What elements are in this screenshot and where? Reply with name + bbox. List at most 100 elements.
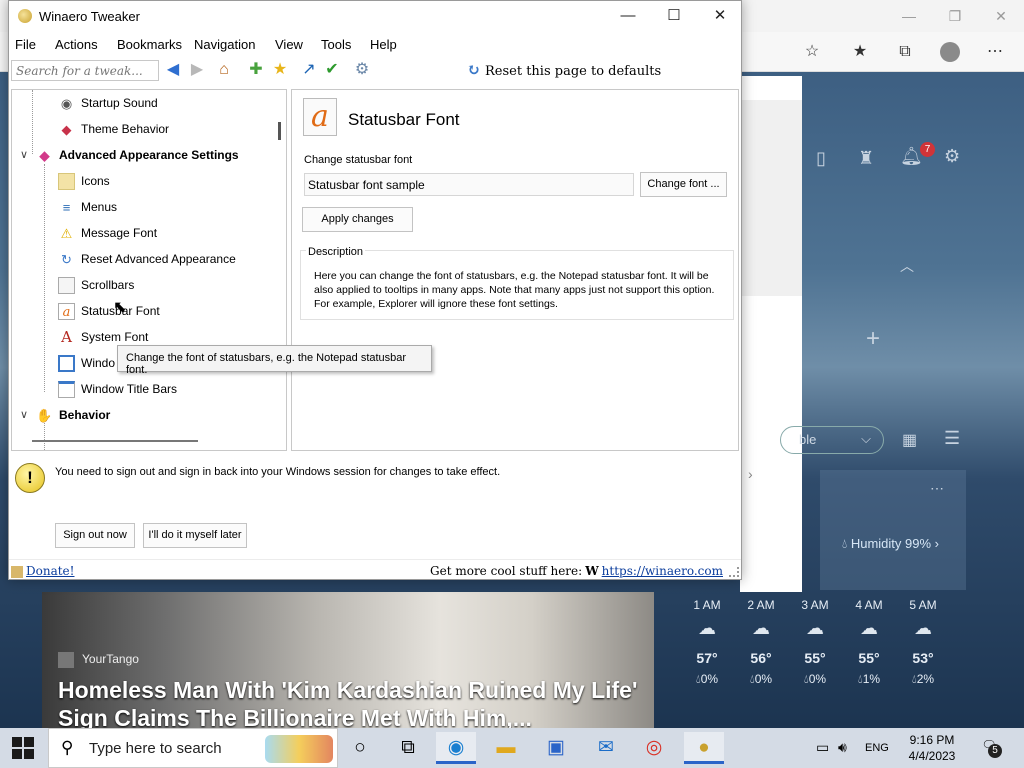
tree-item-window-title-bars[interactable]: Window Title Bars — [58, 378, 177, 400]
tree-item-icons[interactable]: Icons — [58, 170, 110, 192]
winaero-taskbar-icon[interactable]: ● — [684, 732, 724, 764]
shortcut-icon[interactable]: ↗ — [298, 59, 320, 81]
notification-badge: 7 — [920, 142, 935, 157]
restart-notice: You need to sign out and sign in back in… — [55, 466, 501, 478]
tree-connector — [44, 164, 45, 392]
droplet-icon: 💧︎ — [842, 536, 848, 551]
app-icon — [18, 9, 32, 23]
news-panel-strip — [740, 100, 802, 296]
apply-check-icon[interactable]: ✔ — [321, 59, 343, 81]
chrome-icon[interactable]: ◎ — [634, 732, 674, 764]
taskbar: ⚲ Type here to search ○ ⧉ ◉ ▬ ▣ ✉ ◎ ● ▭ … — [0, 728, 1024, 768]
profile-avatar[interactable] — [940, 42, 960, 62]
menu-tools[interactable]: Tools — [321, 37, 351, 52]
trophy-icon[interactable]: ♜ — [858, 148, 874, 169]
apply-changes-button[interactable]: Apply changes — [302, 207, 413, 232]
news-headline[interactable]: Homeless Man With 'Kim Kardashian Ruined… — [58, 676, 648, 728]
donate-link[interactable]: Donate! — [26, 564, 74, 578]
add-favorite-icon[interactable]: ☆ — [800, 40, 824, 64]
home-icon[interactable]: ⌂ — [213, 59, 235, 81]
tooltip: Change the font of statusbars, e.g. the … — [117, 345, 432, 376]
more-menu-icon[interactable]: ⋯ — [983, 40, 1007, 64]
menu-actions[interactable]: Actions — [55, 37, 98, 52]
expand-arrow-icon[interactable]: ∨ — [20, 144, 32, 166]
chevron-up-icon[interactable]: ︿ — [900, 256, 914, 276]
later-button[interactable]: I'll do it myself later — [143, 523, 247, 548]
settings-gear-icon[interactable]: ⚙ — [944, 146, 960, 167]
network-icon[interactable]: ▭ — [816, 739, 829, 756]
palette-icon: ◆ — [61, 122, 72, 138]
add-icon[interactable]: + — [866, 325, 880, 353]
tree-item-window-borders[interactable]: Windo — [58, 352, 115, 374]
next-arrow-icon[interactable]: › — [748, 466, 753, 482]
menu-navigation[interactable]: Navigation — [194, 37, 255, 52]
file-explorer-icon[interactable]: ▬ — [486, 732, 526, 764]
phone-icon[interactable]: ▯ — [816, 148, 826, 169]
task-view-icon[interactable]: ⧉ — [388, 732, 428, 764]
menu-bar: File Actions Bookmarks Navigation View T… — [9, 33, 741, 55]
menu-bookmarks[interactable]: Bookmarks — [117, 37, 182, 52]
humidity-readout: 💧︎ Humidity 99% › — [842, 536, 939, 551]
list-view-icon[interactable]: ☰ — [944, 428, 960, 449]
hour-forecast: 4 AM ☁ 55° 💧︎1% — [844, 598, 894, 687]
sign-out-button[interactable]: Sign out now — [55, 523, 135, 548]
taskbar-search-box[interactable]: ⚲ Type here to search — [48, 728, 338, 768]
menu-file[interactable]: File — [15, 37, 36, 52]
forward-icon[interactable]: ▶ — [186, 59, 208, 81]
news-source: YourTango — [58, 652, 139, 668]
favorites-icon[interactable]: ★ — [848, 40, 872, 64]
edge-close-button[interactable]: ✕ — [986, 4, 1016, 28]
add-bookmark-icon[interactable]: ✚ — [245, 59, 267, 81]
close-button[interactable]: ✕ — [697, 1, 743, 31]
reset-page-button[interactable]: ↻ Reset this page to defaults — [467, 60, 661, 82]
clock[interactable]: 9:16 PM 4/4/2023 — [904, 732, 960, 764]
back-icon[interactable]: ◀ — [162, 59, 184, 81]
tree-item-message-font[interactable]: ⚠ Message Font — [58, 222, 157, 244]
minimize-button[interactable]: — — [605, 1, 651, 31]
tree-horizontal-scrollbar[interactable] — [32, 440, 198, 442]
cortana-icon[interactable]: ○ — [340, 732, 380, 764]
tree-item-startup-sound[interactable]: ◉ Startup Sound — [58, 92, 158, 114]
search-icon: ⚲ — [61, 738, 74, 757]
expand-arrow-icon[interactable]: ∨ — [20, 404, 32, 426]
tree-item-statusbar-font[interactable]: a Statusbar Font — [58, 300, 160, 322]
bookmarks-star-icon[interactable]: ★ — [269, 59, 291, 81]
maximize-button[interactable]: ☐ — [651, 1, 697, 31]
tree-vertical-scrollbar[interactable] — [278, 122, 281, 140]
resize-grip[interactable] — [729, 567, 739, 577]
menu-view[interactable]: View — [275, 37, 303, 52]
tree-item-theme-behavior[interactable]: ◆ Theme Behavior — [58, 118, 170, 140]
taskbar-search-placeholder: Type here to search — [89, 740, 222, 757]
weather-card — [820, 470, 966, 590]
layout-dropdown[interactable]: ble ⌵ — [780, 426, 884, 454]
cloud-icon: ☁ — [914, 618, 932, 638]
edge-minimize-button[interactable]: — — [894, 4, 924, 28]
volume-icon[interactable]: 🔊︎ — [838, 739, 847, 756]
collections-icon[interactable]: ⧉ — [893, 40, 917, 64]
tweak-tree[interactable]: ◉ Startup Sound ◆ Theme Behavior ∨ ◆ Advanc… — [11, 89, 287, 451]
tree-item-scrollbars[interactable]: Scrollbars — [58, 274, 134, 296]
store-icon[interactable]: ▣ — [536, 732, 576, 764]
tree-category-behavior[interactable]: ✋ Behavior — [36, 404, 110, 426]
edge-taskbar-icon[interactable]: ◉ — [436, 732, 476, 764]
tree-item-menus[interactable]: ≡ Menus — [58, 196, 117, 218]
clock-time: 9:16 PM — [909, 733, 955, 747]
menu-help[interactable]: Help — [370, 37, 397, 52]
hour-forecast: 3 AM ☁ 55° 💧︎0% — [790, 598, 840, 687]
edge-restore-button[interactable]: ❐ — [940, 4, 970, 28]
settings-icon[interactable]: ⚙ — [351, 59, 373, 81]
description-text: Here you can change the font of statusba… — [314, 270, 715, 310]
card-more-icon[interactable]: ⋯ — [930, 480, 944, 497]
tree-item-reset-advanced[interactable]: ↻ Reset Advanced Appearance — [58, 248, 236, 270]
folder-icon — [58, 173, 75, 191]
mail-icon[interactable]: ✉ — [586, 732, 626, 764]
cloud-icon: ☁ — [806, 618, 824, 638]
grid-view-icon[interactable]: ▦ — [902, 430, 917, 450]
change-font-button[interactable]: Change font ... — [640, 172, 727, 197]
speaker-icon: ◉ — [60, 96, 73, 112]
tree-category-advanced-appearance[interactable]: ◆ Advanced Appearance Settings — [36, 144, 239, 166]
search-input[interactable] — [11, 60, 159, 81]
winaero-link[interactable]: https://winaero.com — [602, 564, 723, 578]
start-button[interactable] — [12, 737, 34, 759]
language-indicator[interactable]: ENG — [865, 742, 889, 754]
